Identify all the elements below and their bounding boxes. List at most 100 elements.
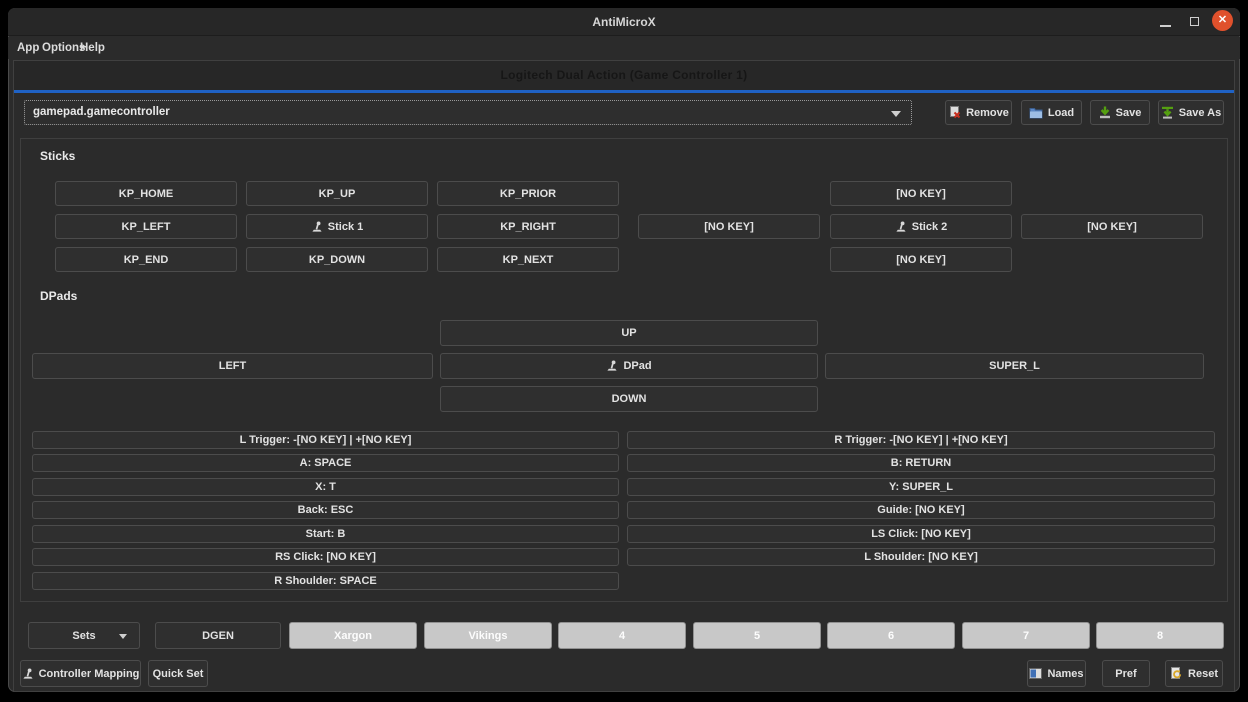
l-shoulder-label: L Shoulder: [NO KEY] [864,551,977,563]
dpad-center-button[interactable]: DPad [440,353,818,379]
stick2-up-button[interactable]: [NO KEY] [830,181,1012,206]
stick1-down-right-button[interactable]: KP_NEXT [437,247,619,272]
dpad-up-label: UP [621,327,636,339]
b-button[interactable]: B: RETURN [627,454,1215,472]
stick2-left-button[interactable]: [NO KEY] [638,214,820,239]
x-button[interactable]: X: T [32,478,619,496]
stick1-down-left-button[interactable]: KP_END [55,247,237,272]
close-button[interactable]: ✕ [1212,10,1233,31]
reset-button[interactable]: Reset [1165,660,1223,687]
l-trigger-button[interactable]: L Trigger: -[NO KEY] | +[NO KEY] [32,431,619,449]
chevron-down-icon [119,634,127,639]
dpad-right-label: SUPER_L [989,360,1040,372]
stick2-center-label: Stick 2 [912,221,947,233]
profile-combobox[interactable]: gamepad.gamecontroller [24,100,912,125]
joystick-icon [606,360,618,372]
sets-menu-button[interactable]: Sets [28,622,140,649]
set-tab-3[interactable]: Vikings [424,622,552,649]
dpads-section-title: DPads [40,289,77,303]
joystick-icon [22,668,34,680]
stick1-up-label: KP_UP [319,188,356,200]
dpad-center-label: DPad [623,360,651,372]
guide-button[interactable]: Guide: [NO KEY] [627,501,1215,519]
dpad-down-label: DOWN [612,393,647,405]
set-tab-1-label: DGEN [202,630,234,642]
set-tab-3-label: Vikings [469,630,508,642]
controller-tab[interactable]: Logitech Dual Action (Game Controller 1) [14,61,1234,93]
r-trigger-button[interactable]: R Trigger: -[NO KEY] | +[NO KEY] [627,431,1215,449]
dpad-right-button[interactable]: SUPER_L [825,353,1204,379]
stick2-right-label: [NO KEY] [1087,221,1137,233]
back-button[interactable]: Back: ESC [32,501,619,519]
stick1-center-label: Stick 1 [328,221,363,233]
dpad-down-button[interactable]: DOWN [440,386,818,412]
a-button[interactable]: A: SPACE [32,454,619,472]
joystick-icon [895,221,907,233]
pref-button[interactable]: Pref [1102,660,1150,687]
stick1-up-left-label: KP_HOME [119,188,173,200]
menu-app[interactable]: App [15,37,41,59]
stick1-down-left-label: KP_END [124,254,169,266]
stick1-up-left-button[interactable]: KP_HOME [55,181,237,206]
set-tab-5-label: 5 [754,630,760,642]
desktop-background: AntiMicroX ✕ App Options Help Logitech D… [0,0,1248,702]
names-label: Names [1047,668,1083,680]
set-tab-6[interactable]: 6 [827,622,955,649]
stick2-down-button[interactable]: [NO KEY] [830,247,1012,272]
stick1-right-button[interactable]: KP_RIGHT [437,214,619,239]
dpad-left-button[interactable]: LEFT [32,353,433,379]
stick1-up-button[interactable]: KP_UP [246,181,428,206]
stick2-up-label: [NO KEY] [896,188,946,200]
a-button-label: A: SPACE [300,457,352,469]
reset-icon [1170,667,1183,680]
stick1-up-right-button[interactable]: KP_PRIOR [437,181,619,206]
ls-click-button[interactable]: LS Click: [NO KEY] [627,525,1215,543]
remove-button[interactable]: Remove [945,100,1012,125]
dpad-up-button[interactable]: UP [440,320,818,346]
load-button[interactable]: Load [1021,100,1082,125]
stick2-down-label: [NO KEY] [896,254,946,266]
set-tab-2[interactable]: Xargon [289,622,417,649]
save-as-label: Save As [1179,107,1221,119]
menu-help[interactable]: Help [78,37,107,59]
sticks-section-title: Sticks [40,149,75,163]
names-button[interactable]: Names [1027,660,1086,687]
stick2-right-button[interactable]: [NO KEY] [1021,214,1203,239]
y-button-label: Y: SUPER_L [889,481,953,493]
stick1-center-button[interactable]: Stick 1 [246,214,428,239]
remove-label: Remove [966,107,1009,119]
set-tab-8[interactable]: 8 [1096,622,1224,649]
y-button[interactable]: Y: SUPER_L [627,478,1215,496]
l-shoulder-button[interactable]: L Shoulder: [NO KEY] [627,548,1215,566]
save-as-icon [1161,106,1174,119]
stick1-left-button[interactable]: KP_LEFT [55,214,237,239]
stick2-left-label: [NO KEY] [704,221,754,233]
start-button[interactable]: Start: B [32,525,619,543]
controller-mapping-button[interactable]: Controller Mapping [20,660,141,687]
maximize-icon [1190,17,1199,26]
stick2-center-button[interactable]: Stick 2 [830,214,1012,239]
save-button[interactable]: Save [1090,100,1150,125]
quick-set-button[interactable]: Quick Set [148,660,208,687]
set-tab-1[interactable]: DGEN [155,622,281,649]
r-shoulder-button[interactable]: R Shoulder: SPACE [32,572,619,590]
set-tab-8-label: 8 [1157,630,1163,642]
minimize-button[interactable] [1157,13,1175,31]
stick1-down-label: KP_DOWN [309,254,365,266]
set-tab-5[interactable]: 5 [693,622,821,649]
set-tab-2-label: Xargon [334,630,372,642]
set-tab-7[interactable]: 7 [962,622,1090,649]
titlebar[interactable]: AntiMicroX [8,8,1240,36]
stick1-down-button[interactable]: KP_DOWN [246,247,428,272]
stick1-up-right-label: KP_PRIOR [500,188,556,200]
dpad-left-label: LEFT [219,360,247,372]
ls-click-label: LS Click: [NO KEY] [871,528,971,540]
profile-combobox-value: gamepad.gamecontroller [33,106,170,118]
maximize-button[interactable] [1186,13,1204,31]
rs-click-button[interactable]: RS Click: [NO KEY] [32,548,619,566]
folder-open-icon [1029,107,1043,119]
rs-click-label: RS Click: [NO KEY] [275,551,376,563]
save-as-button[interactable]: Save As [1158,100,1224,125]
set-tab-4[interactable]: 4 [558,622,686,649]
l-trigger-label: L Trigger: -[NO KEY] | +[NO KEY] [240,434,412,446]
